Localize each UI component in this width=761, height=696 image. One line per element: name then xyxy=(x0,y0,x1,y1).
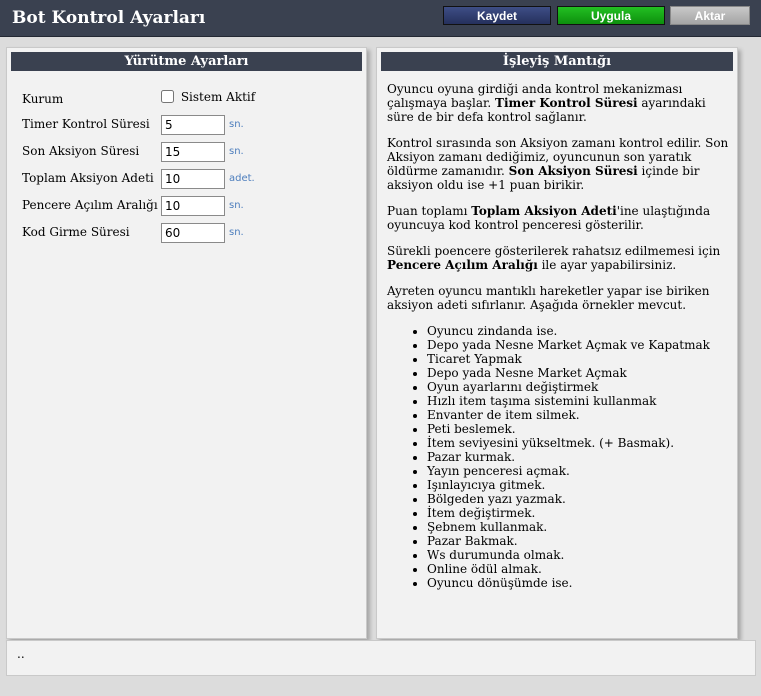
status-text: .. xyxy=(17,647,25,661)
total-action-label: Toplam Aksiyon Adeti xyxy=(22,171,154,185)
code-entry-input[interactable] xyxy=(161,223,225,243)
title-bar: Bot Kontrol Ayarları Kaydet Uygula Aktar xyxy=(0,0,761,37)
list-item: Online ödül almak. xyxy=(427,562,732,576)
paragraph-reset: Ayreten oyuncu mantıklı hareketler yapar… xyxy=(387,284,710,312)
list-item: Oyuncu dönüşümde ise. xyxy=(427,576,732,590)
window-interval-unit: sn. xyxy=(229,200,244,211)
window-interval-input[interactable] xyxy=(161,196,225,216)
list-item: Yayın penceresi açmak. xyxy=(427,464,732,478)
list-item: Depo yada Nesne Market Açmak xyxy=(427,366,732,380)
list-item: Oyun ayarlarını değiştirmek xyxy=(427,380,732,394)
list-item: Hızlı item taşıma sistemini kullanmak xyxy=(427,394,732,408)
total-action-input[interactable] xyxy=(161,169,225,189)
operation-logic-text: Oyuncu oyuna girdiği anda kontrol mekani… xyxy=(387,82,732,590)
paragraph-window-interval: Sürekli poencere gösterilerek rahatsız e… xyxy=(387,244,721,272)
list-item: Işınlayıcıya gitmek. xyxy=(427,478,732,492)
list-item: Oyuncu zindanda ise. xyxy=(427,324,732,338)
list-item: Envanter de item silmek. xyxy=(427,408,732,422)
reset-examples-list: Oyuncu zindanda ise. Depo yada Nesne Mar… xyxy=(387,324,732,590)
list-item: Ticaret Yapmak xyxy=(427,352,732,366)
list-item: İtem seviyesini yükseltmek. (+ Basmak). xyxy=(427,436,732,450)
timer-check-label: Timer Kontrol Süresi xyxy=(22,117,150,131)
status-label: Kurum xyxy=(22,92,64,106)
list-item: İtem değiştirmek. xyxy=(427,506,732,520)
last-action-unit: sn. xyxy=(229,146,244,157)
list-item: Depo yada Nesne Market Açmak ve Kapatmak xyxy=(427,338,732,352)
execution-settings-header: Yürütme Ayarları xyxy=(11,52,362,71)
execution-settings-panel: Yürütme Ayarları Kurum Sistem Aktif Time… xyxy=(6,47,367,639)
list-item: Şebnem kullanmak. xyxy=(427,520,732,534)
save-button[interactable]: Kaydet xyxy=(443,6,551,25)
operation-logic-header: İşleyiş Mantığı xyxy=(381,52,733,71)
last-action-input[interactable] xyxy=(161,142,225,162)
paragraph-total-action: Puan toplamı Toplam Aksiyon Adeti'ine ul… xyxy=(387,204,711,232)
window-interval-label: Pencere Açılım Aralığı xyxy=(22,198,158,212)
list-item: Ws durumunda olmak. xyxy=(427,548,732,562)
system-active-label: Sistem Aktif xyxy=(180,90,256,104)
timer-check-input[interactable] xyxy=(161,115,225,135)
last-action-label: Son Aksiyon Süresi xyxy=(22,144,140,158)
list-item: Pazar kurmak. xyxy=(427,450,732,464)
system-active-toggle[interactable]: Sistem Aktif xyxy=(161,90,255,104)
list-item: Pazar Bakmak. xyxy=(427,534,732,548)
apply-button[interactable]: Uygula xyxy=(557,6,665,25)
paragraph-last-action: Kontrol sırasında son Aksiyon zamanı kon… xyxy=(387,136,729,192)
paragraph-timer: Oyuncu oyuna girdiği anda kontrol mekani… xyxy=(387,82,706,124)
operation-logic-panel: İşleyiş Mantığı Oyuncu oyuna girdiği and… xyxy=(376,47,738,639)
code-entry-unit: sn. xyxy=(229,227,244,238)
total-action-unit: adet. xyxy=(229,173,255,184)
code-entry-label: Kod Girme Süresi xyxy=(22,225,130,239)
status-bar: .. xyxy=(6,640,756,676)
transfer-button[interactable]: Aktar xyxy=(670,6,750,25)
timer-check-unit: sn. xyxy=(229,119,244,130)
window-title: Bot Kontrol Ayarları xyxy=(12,8,206,28)
list-item: Bölgeden yazı yazmak. xyxy=(427,492,732,506)
system-active-checkbox[interactable] xyxy=(161,90,174,103)
list-item: Peti beslemek. xyxy=(427,422,732,436)
